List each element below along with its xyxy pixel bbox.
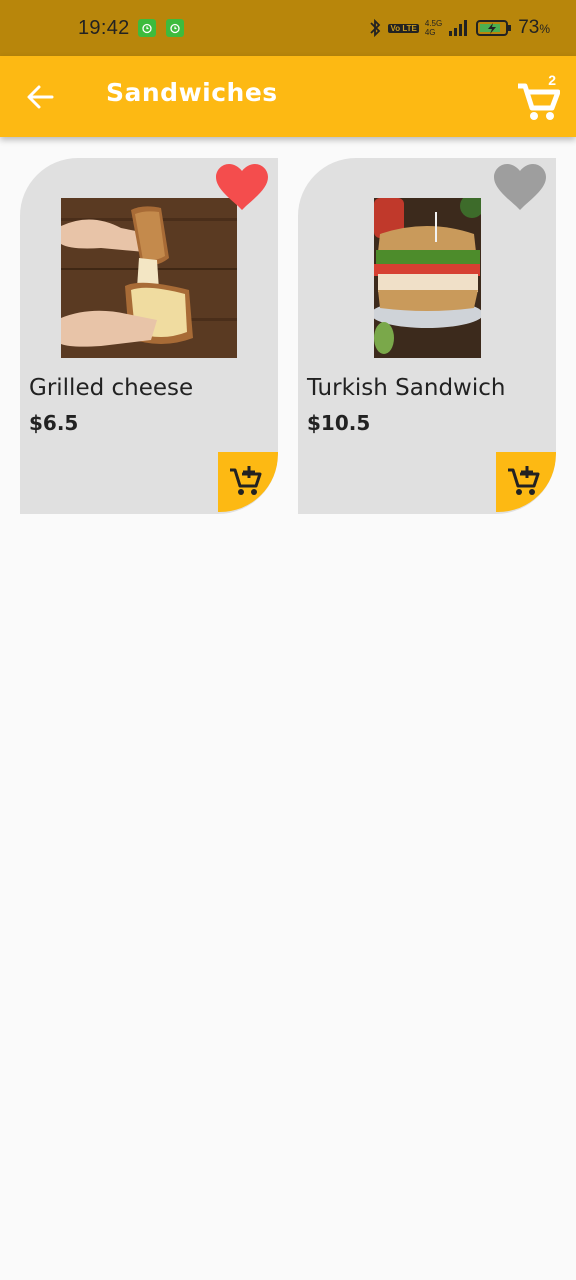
page-title: Sandwiches	[106, 78, 278, 107]
add-to-cart-button[interactable]	[496, 452, 556, 512]
product-card[interactable]: Grilled cheese $6.5	[20, 158, 278, 514]
product-image-grilled-cheese	[61, 198, 237, 358]
favorite-heart-icon[interactable]	[494, 164, 546, 212]
product-price: $6.5	[29, 411, 79, 435]
volte-badge: Vo LTE	[388, 23, 419, 33]
battery-unit: %	[539, 22, 550, 36]
add-to-cart-button[interactable]	[218, 452, 278, 512]
product-name: Grilled cheese	[29, 375, 194, 401]
status-time: 19:42	[78, 16, 130, 39]
back-button[interactable]	[22, 80, 58, 114]
alarm-notification-icon	[137, 19, 156, 37]
alarm-notification-icon	[165, 19, 184, 37]
product-card[interactable]: Turkish Sandwich $10.5	[298, 158, 556, 514]
arrow-back-icon	[27, 85, 54, 109]
cart-count-badge: 2	[548, 72, 556, 88]
status-bar: 19:42 Vo LTE 4.5G 4G 73%	[0, 0, 576, 56]
network-type-top: 4.5G	[424, 19, 443, 28]
battery-level: 73%	[518, 17, 550, 39]
add-shopping-cart-icon	[230, 466, 262, 495]
add-shopping-cart-icon	[508, 466, 540, 495]
product-price: $10.5	[307, 411, 371, 435]
product-grid: Grilled cheese $6.5 Turkish Sandwich $10…	[20, 158, 556, 514]
product-image-turkish-sandwich	[374, 198, 481, 358]
bluetooth-icon	[368, 18, 382, 38]
app-bar: Sandwiches 2	[0, 56, 576, 137]
product-name: Turkish Sandwich	[307, 375, 506, 401]
battery-icon	[476, 19, 512, 37]
network-type-bottom: 4G	[424, 28, 436, 37]
network-type: 4.5G 4G	[425, 19, 442, 37]
battery-value: 73	[518, 17, 540, 38]
signal-icon	[448, 19, 470, 37]
favorite-heart-icon[interactable]	[216, 164, 268, 212]
